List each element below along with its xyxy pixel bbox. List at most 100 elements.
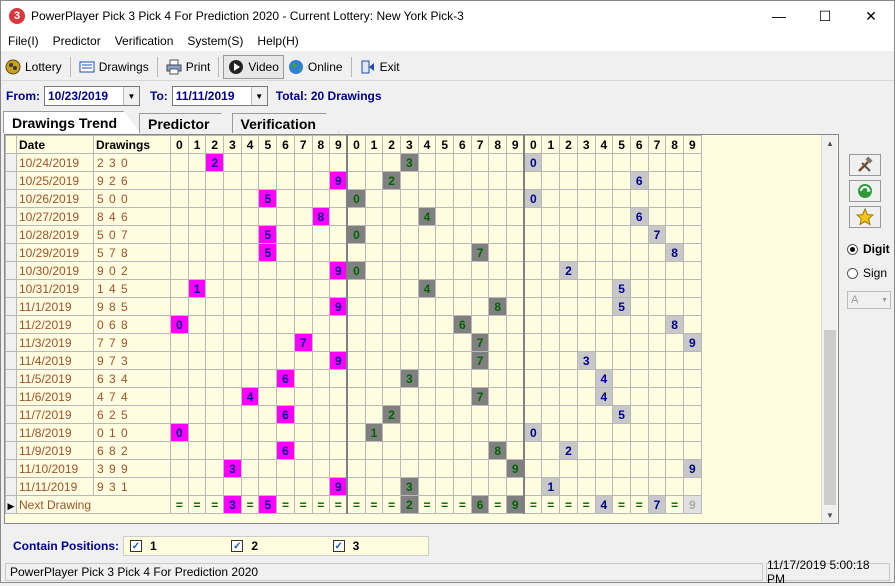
position-1-checkbox[interactable]: ✓ 1	[130, 539, 225, 553]
chevron-down-icon[interactable]: ▼	[250, 87, 267, 105]
table-row[interactable]: 10/31/2019 1 4 5 1 4 5	[5, 279, 702, 298]
row-selector[interactable]	[5, 369, 17, 388]
digit-radio[interactable]: Digit	[847, 242, 890, 256]
table-row[interactable]: 11/2/2019 0 6 80 6 8	[5, 315, 702, 334]
close-button[interactable]: ✕	[848, 1, 894, 31]
menu-system[interactable]: System(S)	[180, 34, 250, 48]
favorite-button[interactable]	[849, 206, 881, 228]
trend-grid[interactable]: Date Drawings 01234567890123456789012345…	[4, 134, 839, 524]
position-3-checkbox[interactable]: ✓ 3	[332, 539, 428, 553]
grid-cell	[329, 189, 348, 208]
table-row[interactable]: 10/25/2019 9 2 6 9 2 6	[5, 171, 702, 190]
scrollbar-thumb[interactable]	[824, 330, 836, 505]
exit-button[interactable]: Exit	[356, 55, 404, 79]
scroll-down-icon[interactable]: ▼	[822, 507, 838, 523]
row-selector[interactable]	[5, 297, 17, 316]
grid-cell	[665, 189, 684, 208]
sign-radio[interactable]: Sign	[847, 266, 887, 280]
row-selector[interactable]: ▶	[5, 495, 17, 514]
table-row[interactable]: 11/6/2019 4 7 4 4 7 4	[5, 387, 702, 406]
table-row[interactable]: 11/3/2019 7 7 9 7 7 9	[5, 333, 702, 352]
row-selector[interactable]	[5, 387, 17, 406]
table-row[interactable]: 11/9/2019 6 8 2 6 8 2	[5, 441, 702, 460]
grid-cell	[541, 369, 561, 388]
drawings-column-header[interactable]: Drawings	[93, 135, 171, 154]
tab-drawings-trend[interactable]: Drawings Trend	[3, 111, 141, 133]
row-selector[interactable]	[5, 351, 17, 370]
table-row[interactable]: 11/11/2019 9 3 1 9 3 1	[5, 477, 702, 496]
online-button[interactable]: Online	[284, 55, 347, 79]
exit-label: Exit	[379, 59, 400, 74]
position-3-label: 3	[352, 539, 360, 553]
table-row[interactable]: 11/8/2019 0 1 0010	[5, 423, 702, 442]
table-row[interactable]: 10/24/2019 2 3 0 2 3 0	[5, 153, 702, 172]
grid-cell	[506, 387, 525, 406]
row-selector[interactable]	[5, 261, 17, 280]
grid-cell	[311, 189, 331, 208]
grid-cell	[435, 171, 454, 190]
row-selector[interactable]	[5, 423, 17, 442]
menu-help[interactable]: Help(H)	[250, 34, 305, 48]
menu-verification[interactable]: Verification	[108, 34, 181, 48]
trend-table: Date Drawings 01234567890123456789012345…	[5, 135, 702, 514]
table-row[interactable]: 11/5/2019 6 3 4 6 3 4	[5, 369, 702, 388]
print-button[interactable]: Print	[162, 55, 215, 79]
row-selector[interactable]	[5, 315, 17, 334]
maximize-button[interactable]: ☐	[802, 1, 848, 31]
drawings-button[interactable]: Drawings	[75, 55, 153, 79]
row-selector[interactable]	[5, 459, 17, 478]
hit-digit-cell: 7	[293, 333, 313, 352]
row-selector[interactable]	[5, 405, 17, 424]
tab-predictor[interactable]: Predictor	[139, 113, 233, 133]
table-row[interactable]: 10/26/2019 5 0 0 5 0 0	[5, 189, 702, 208]
table-row[interactable]: 11/4/2019 9 7 3 9 7 3	[5, 351, 702, 370]
menu-file[interactable]: File(I)	[1, 34, 46, 48]
vertical-scrollbar[interactable]: ▲ ▼	[821, 135, 837, 523]
table-row[interactable]: 11/1/2019 9 8 5 9 8 5	[5, 297, 702, 316]
table-row[interactable]: 10/27/2019 8 4 6 8 4 6	[5, 207, 702, 226]
tab-verification[interactable]: Verification	[231, 113, 339, 133]
date-cell: 11/7/2019	[16, 405, 94, 424]
date-column-header[interactable]: Date	[16, 135, 94, 154]
row-selector[interactable]	[5, 279, 17, 298]
tools-button[interactable]	[849, 154, 881, 176]
digit-column-header: 2	[205, 135, 225, 154]
table-row[interactable]: 10/30/2019 9 0 2 90 2	[5, 261, 702, 280]
table-row[interactable]: 10/29/2019 5 7 8 5 7 8	[5, 243, 702, 262]
next-drawing-row[interactable]: ▶ Next Drawing = = = 3 = 5 = = = = = = = 2 = = = 6 = 9 = = = = 4 = =…	[5, 495, 702, 514]
grid-cell	[223, 171, 242, 190]
position-2-checkbox[interactable]: ✓ 2	[231, 539, 326, 553]
chevron-down-icon[interactable]: ▼	[123, 87, 139, 105]
row-selector[interactable]	[5, 189, 17, 208]
grid-cell	[187, 207, 207, 226]
table-row[interactable]: 11/10/2019 3 9 9 3 9 9	[5, 459, 702, 478]
row-selector[interactable]	[5, 225, 17, 244]
table-row[interactable]: 10/28/2019 5 0 7 5 0 7	[5, 225, 702, 244]
grid-cell	[205, 279, 225, 298]
row-selector[interactable]	[5, 171, 17, 190]
minimize-button[interactable]: —	[756, 1, 802, 31]
hit-digit-cell: 0	[523, 153, 543, 172]
digit-column-header: 0	[523, 135, 543, 154]
menu-predictor[interactable]: Predictor	[46, 34, 108, 48]
scroll-up-icon[interactable]: ▲	[822, 135, 838, 151]
date-cell: 11/3/2019	[16, 333, 94, 352]
row-selector[interactable]	[5, 243, 17, 262]
row-selector[interactable]	[5, 333, 17, 352]
grid-cell	[523, 351, 543, 370]
grid-cell	[417, 261, 437, 280]
row-selector[interactable]	[5, 207, 17, 226]
grid-cell	[647, 279, 667, 298]
lottery-button[interactable]: Lottery	[1, 55, 66, 79]
row-selector[interactable]	[5, 153, 17, 172]
table-row[interactable]: 11/7/2019 6 2 5 6 2 5	[5, 405, 702, 424]
row-selector[interactable]	[5, 477, 17, 496]
refresh-button[interactable]	[849, 180, 881, 202]
grid-cell	[311, 369, 331, 388]
grid-cell	[541, 261, 561, 280]
to-date-picker[interactable]: 11/11/2019 ▼	[171, 86, 268, 106]
video-button[interactable]: Video	[223, 54, 284, 79]
row-selector[interactable]	[5, 441, 17, 460]
from-date-picker[interactable]: 10/23/2019 ▼	[44, 86, 140, 106]
grid-cell	[364, 153, 384, 172]
